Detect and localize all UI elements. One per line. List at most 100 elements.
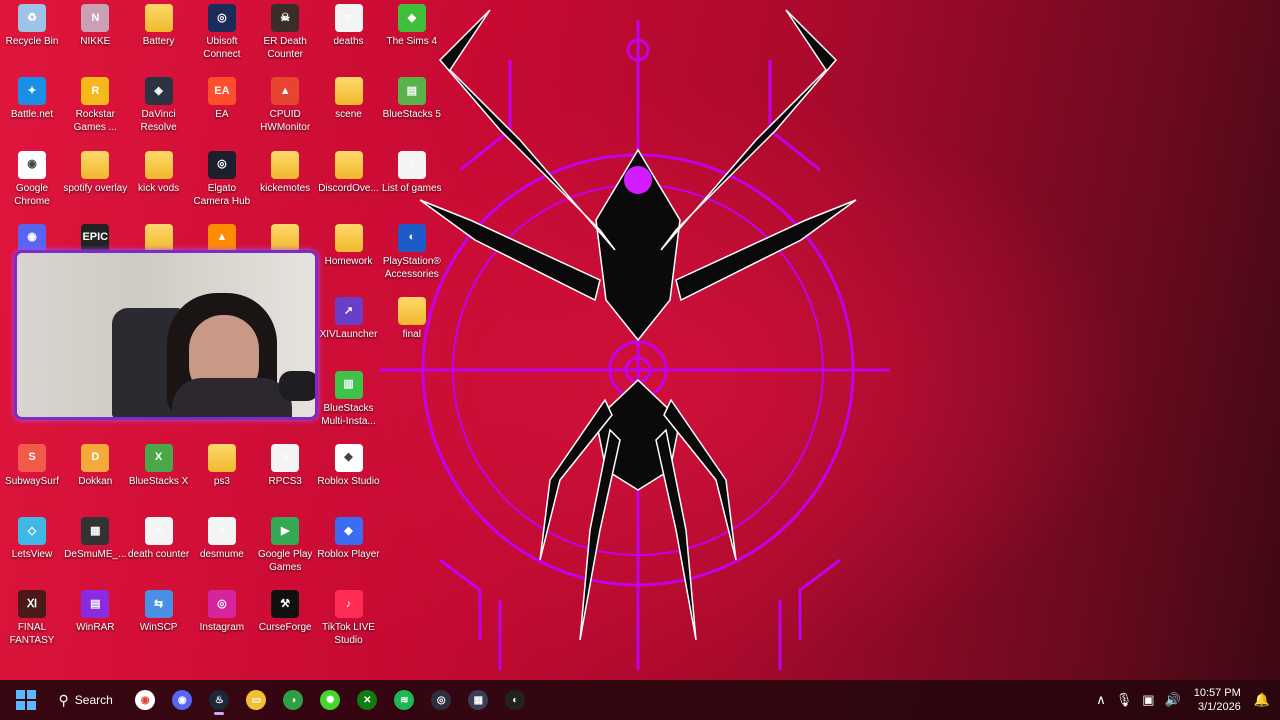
recycle-bin-icon: ♻ xyxy=(18,4,46,32)
taskbar-clock[interactable]: 10:57 PM 3/1/2026 xyxy=(1194,686,1241,714)
vlc-icon: ▲ xyxy=(207,223,236,252)
desktop-icon[interactable]: ☠ ER Death Counter xyxy=(253,0,317,70)
desktop-icon[interactable]: ▶ Google Play Games xyxy=(253,513,317,583)
text-file-icon: ≡ xyxy=(334,4,363,32)
tiktok-live-icon: ♪ xyxy=(334,590,363,619)
desktop-icon-label: WinRAR xyxy=(76,622,115,634)
playstation-icon: ◐ xyxy=(397,223,426,252)
wallpaper-spider-art xyxy=(380,9,890,670)
taskbar-app-button[interactable]: ▭ xyxy=(240,684,272,716)
instagram-icon: ◎ xyxy=(207,590,236,619)
desktop-icon[interactable]: ♪ TikTok LIVE Studio xyxy=(317,586,381,656)
taskbar-app-button[interactable]: ◑ xyxy=(277,684,309,716)
desktop-icon-label: XIVLauncher xyxy=(319,329,378,341)
desktop-icon[interactable]: DiscordOve... xyxy=(317,147,381,217)
folder-icon xyxy=(81,150,110,179)
notifications-bell-icon[interactable]: 🔔 xyxy=(1254,692,1270,708)
start-button[interactable] xyxy=(10,684,42,716)
desktop-icon[interactable]: ≡ List of games xyxy=(380,147,444,217)
desktop-icon[interactable]: ⚒ CurseForge xyxy=(253,586,317,656)
desktop-icon[interactable]: ↗ XIVLauncher xyxy=(317,293,381,363)
desktop-icon[interactable]: ◐ PlayStation® Accessories xyxy=(380,220,444,290)
desktop-icon[interactable]: R Rockstar Games ... xyxy=(63,73,127,143)
desktop-icon[interactable]: ◈ DaVinci Resolve xyxy=(127,73,191,143)
network-icon[interactable]: ▣ xyxy=(1142,692,1154,708)
desktop-icon[interactable]: ◇ LetsView xyxy=(0,513,64,583)
desktop-icon[interactable]: ◎ Ubisoft Connect xyxy=(190,0,254,70)
taskbar-app-button[interactable]: ✕ xyxy=(351,684,383,716)
desktop-icon[interactable]: ≡ desmume xyxy=(190,513,254,583)
desktop-icon[interactable]: D Dokkan xyxy=(63,440,127,510)
desktop-icon-label: kickemotes xyxy=(260,182,311,194)
desktop-icon[interactable]: scene xyxy=(317,73,381,143)
desktop-icon[interactable]: spotify overlay xyxy=(63,147,127,217)
taskbar-app-button[interactable]: ◐ xyxy=(499,684,531,716)
microphone-icon[interactable]: 🎙 xyxy=(1116,692,1133,708)
bluestacks-icon: ▤ xyxy=(397,77,426,106)
bluestacks-multi-icon: ▥ xyxy=(334,370,363,399)
chrome-icon: ◉ xyxy=(18,150,46,179)
desktop-icon[interactable]: ▤ BlueStacks 5 xyxy=(380,73,444,143)
desktop-icon[interactable]: ◆ Roblox Player xyxy=(317,513,381,583)
text-file-icon: ≡ xyxy=(271,443,300,472)
desktop-icon-label: Battle.net xyxy=(10,109,54,121)
desktop-icon[interactable]: ✦ Battle.net xyxy=(0,73,64,143)
desktop-icon[interactable]: Battery xyxy=(127,0,191,70)
clock-time: 10:57 PM xyxy=(1193,687,1241,699)
er-death-counter-icon: ☠ xyxy=(271,4,300,32)
desktop-icon[interactable]: ⇆ WinSCP xyxy=(127,586,191,656)
desktop-icon[interactable]: ◆ Roblox Studio xyxy=(317,440,381,510)
desktop-icon-label: DiscordOve... xyxy=(318,182,379,194)
desktop-icon-label: The Sims 4 xyxy=(386,36,438,47)
desktop-icon[interactable]: ▲ CPUID HWMonitor xyxy=(253,73,317,143)
desktop-icon[interactable]: ♻ Recycle Bin xyxy=(0,0,64,70)
desktop-icon-label: Homework xyxy=(324,255,373,267)
taskbar-app-button[interactable]: ≋ xyxy=(388,684,420,716)
taskbar-app-button[interactable]: ▦ xyxy=(462,684,494,716)
battlenet-icon: ✦ xyxy=(18,77,46,106)
desmume-icon: ▦ xyxy=(81,517,110,546)
roblox-player-icon: ◆ xyxy=(334,517,363,546)
taskbar-app-button[interactable]: ✺ xyxy=(314,684,346,716)
desktop-icon-label: Roblox Player xyxy=(317,549,380,561)
steam-icon: ♨ xyxy=(209,690,230,710)
desktop-icon[interactable]: ◆ The Sims 4 xyxy=(380,0,444,70)
ffxiv-icon: Ⅺ xyxy=(18,590,46,619)
taskbar-app-button[interactable]: ◎ xyxy=(425,684,457,716)
desktop-icon[interactable]: EA EA xyxy=(190,73,254,143)
desktop-icon[interactable]: kickemotes xyxy=(253,147,317,217)
desktop-icon[interactable]: S SubwaySurf xyxy=(0,440,64,510)
rockstar-icon: R xyxy=(81,77,110,106)
desktop-icon-label: final xyxy=(402,329,421,341)
desktop-icon[interactable]: ▥ BlueStacks Multi-Insta... xyxy=(317,367,381,437)
taskbar: ⚲ Search ◉ ◉ ♨ ▭ ◑ ✺ ✕ ≋ ◎ ▦ ◐ ∧ 🎙 ▣ 🔊 10:57 PM 3/… xyxy=(0,680,1280,720)
taskbar-search[interactable]: ⚲ Search xyxy=(49,684,123,716)
desktop-icon[interactable]: ≡ death counter xyxy=(127,513,191,583)
desktop-icon-label: EA xyxy=(215,109,229,121)
desktop-icon[interactable]: Homework xyxy=(317,220,381,290)
desktop-icon[interactable]: ▤ WinRAR xyxy=(63,586,127,656)
desktop-icon-label: FINAL FANTASY XI... xyxy=(9,622,55,649)
taskbar-app-button[interactable]: ◉ xyxy=(129,684,161,716)
desktop-icon-label: NIKKE xyxy=(80,36,111,47)
desktop-icon[interactable]: Ⅺ FINAL FANTASY XI... xyxy=(0,586,64,656)
webcam-overlay[interactable] xyxy=(14,250,318,420)
desktop-icon[interactable]: ≡ RPCS3 xyxy=(253,440,317,510)
desktop-icon[interactable]: ≡ deaths xyxy=(317,0,381,70)
desktop-icon[interactable]: N NIKKE xyxy=(63,0,127,70)
desktop-icon-label: List of games xyxy=(382,182,442,194)
taskbar-app-button[interactable]: ♨ xyxy=(203,684,235,716)
volume-icon[interactable]: 🔊 xyxy=(1165,692,1181,708)
desktop-icon[interactable]: ◎ Elgato Camera Hub xyxy=(190,147,254,217)
desktop-icon[interactable]: ps3 xyxy=(190,440,254,510)
taskbar-app-button[interactable]: ◉ xyxy=(166,684,198,716)
desktop-icon-label: ps3 xyxy=(213,475,230,487)
roblox-studio-icon: ◆ xyxy=(334,443,363,472)
desktop-icon[interactable]: X BlueStacks X xyxy=(127,440,191,510)
desktop-icon[interactable]: kick vods xyxy=(127,147,191,217)
desktop-icon[interactable]: ◉ Google Chrome xyxy=(0,147,64,217)
desktop-icon[interactable]: ◎ Instagram xyxy=(190,586,254,656)
desktop-icon[interactable]: final xyxy=(380,293,444,363)
show-hidden-icons-chevron-up-icon[interactable]: ∧ xyxy=(1096,692,1106,708)
desktop-icon[interactable]: ▦ DeSmuME_... xyxy=(63,513,127,583)
